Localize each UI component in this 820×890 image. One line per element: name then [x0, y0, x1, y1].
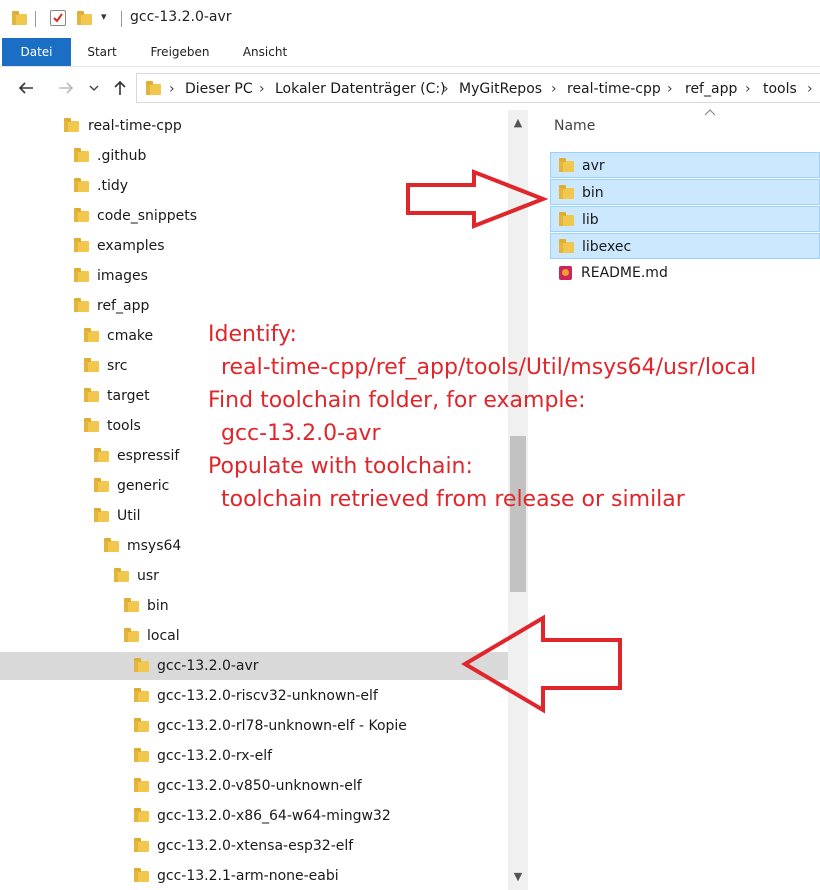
annotation-line: Identify:: [208, 322, 297, 347]
annotation-line: gcc-13.2.0-avr: [221, 421, 381, 446]
annotation-line: Populate with toolchain:: [208, 454, 473, 479]
annotation-line: toolchain retrieved from release or simi…: [221, 487, 685, 512]
annotation-line: real-time-cpp/ref_app/tools/Util/msys64/…: [221, 355, 757, 380]
arrow-right-annotation: [406, 169, 549, 229]
annotation-line: Find toolchain folder, for example:: [208, 388, 586, 413]
annotation-text: Identify: real-time-cpp/ref_app/tools/Ut…: [208, 318, 808, 516]
arrow-left-annotation: [461, 614, 622, 714]
